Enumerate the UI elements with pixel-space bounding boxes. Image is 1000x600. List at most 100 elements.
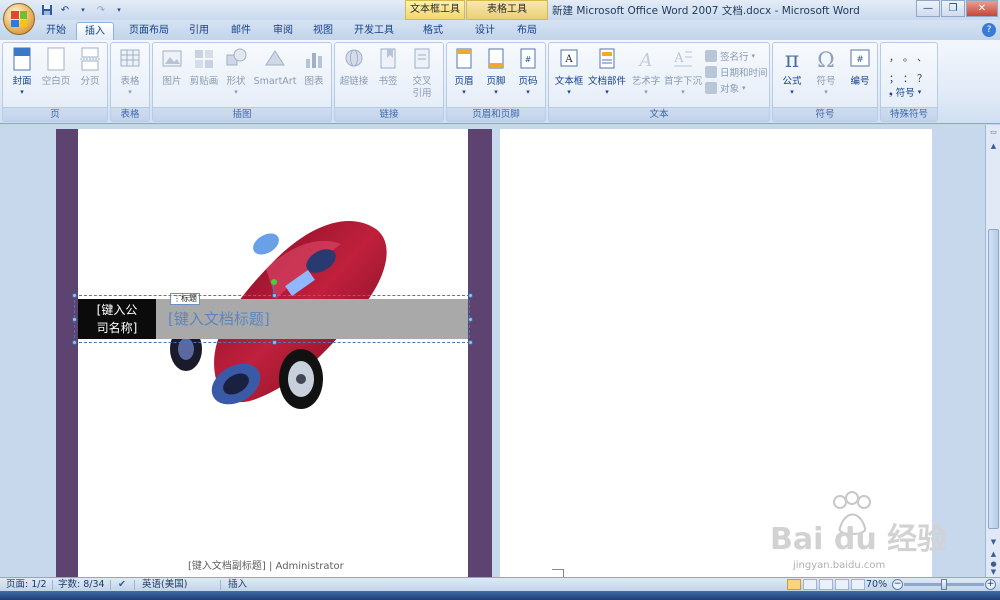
- windows-taskbar: [0, 591, 1000, 600]
- tab-page-layout[interactable]: 页面布局: [122, 22, 176, 40]
- special-symbol-button[interactable]: ❟ 符号 ▾: [889, 85, 921, 100]
- redo-icon[interactable]: ↷: [94, 3, 108, 17]
- zoom-slider-thumb[interactable]: [941, 579, 947, 590]
- restore-icon: ❐: [948, 3, 958, 14]
- symbol-button[interactable]: Ω 符号 ▾: [811, 47, 841, 96]
- ribbon-tabs: 开始 插入 页面布局 引用 邮件 审阅 视图 开发工具 格式 设计 布局: [0, 20, 1000, 40]
- wordart-button[interactable]: A 艺术字 ▾: [629, 47, 663, 96]
- textbox-button[interactable]: A 文本框 ▾: [551, 47, 587, 96]
- special-char[interactable]: 。: [903, 49, 917, 64]
- picture-button[interactable]: 图片: [157, 47, 187, 88]
- special-char[interactable]: ？: [917, 70, 931, 85]
- tab-format[interactable]: 格式: [418, 22, 448, 40]
- resize-handle[interactable]: [72, 293, 77, 298]
- clipart-button[interactable]: 剪贴画: [189, 47, 219, 88]
- shapes-icon: [226, 48, 247, 66]
- resize-handle[interactable]: [468, 293, 473, 298]
- proofing-icon[interactable]: ✔: [118, 578, 126, 592]
- table-button[interactable]: 表格 ▾: [115, 47, 145, 96]
- tab-layout[interactable]: 布局: [512, 22, 542, 40]
- group-special-symbols: ， 。 、 ； ： ？ ❟ 符号 ▾ 特殊符号: [880, 42, 938, 122]
- document-subtitle[interactable]: [键入文档副标题] | Administrator: [188, 557, 344, 572]
- company-name-placeholder[interactable]: [键入公 司名称]: [78, 299, 156, 339]
- document-area[interactable]: [键入公 司名称] ⋮标题 [键入文档标题] [键入文档副标题] | Admin…: [0, 125, 985, 577]
- smartart-button[interactable]: SmartArt: [253, 47, 297, 88]
- print-layout-view-icon[interactable]: [787, 579, 801, 590]
- document-title-placeholder[interactable]: [键入文档标题]: [156, 299, 468, 339]
- tab-insert[interactable]: 插入: [76, 22, 114, 40]
- page-break-button[interactable]: 分页: [75, 47, 105, 88]
- minimize-button[interactable]: —: [916, 0, 940, 17]
- scroll-down-icon[interactable]: ▼: [988, 537, 999, 547]
- tab-references[interactable]: 引用: [184, 22, 214, 40]
- zoom-out-icon[interactable]: −: [892, 579, 903, 590]
- zoom-in-icon[interactable]: +: [985, 579, 996, 590]
- special-char[interactable]: ；: [889, 70, 903, 85]
- symbol-dot-icon: ❟: [889, 86, 893, 98]
- group-page: 封面 ▾ 空白页 分页 页: [2, 42, 108, 122]
- page-1[interactable]: [键入公 司名称] ⋮标题 [键入文档标题] [键入文档副标题] | Admin…: [72, 129, 473, 577]
- title-content-control-tag[interactable]: ⋮标题: [170, 293, 200, 305]
- scroll-up-icon[interactable]: ▲: [988, 141, 999, 151]
- special-char[interactable]: 、: [917, 49, 931, 64]
- resize-handle[interactable]: [272, 340, 277, 345]
- footer-icon: [488, 48, 504, 69]
- group-label-illustrations: 插图: [153, 107, 331, 121]
- header-button[interactable]: 页眉 ▾: [449, 47, 479, 96]
- shapes-button[interactable]: 形状 ▾: [221, 47, 251, 96]
- resize-handle[interactable]: [468, 317, 473, 322]
- hyperlink-button[interactable]: 超链接: [339, 47, 369, 88]
- date-time-button[interactable]: 日期和时间: [705, 65, 768, 79]
- full-screen-reading-view-icon[interactable]: [803, 579, 817, 590]
- page-2[interactable]: [500, 129, 932, 577]
- tab-design[interactable]: 设计: [470, 22, 500, 40]
- page-count[interactable]: 页面: 1/2: [6, 578, 47, 592]
- resize-handle[interactable]: [272, 293, 277, 298]
- dropdown-arrow-icon[interactable]: ▾: [76, 3, 90, 17]
- numbering-button[interactable]: # 编号: [845, 47, 875, 88]
- signature-line-button[interactable]: 签名行 ▾: [705, 49, 755, 63]
- page-number-button[interactable]: # 页码 ▾: [513, 47, 543, 96]
- office-button[interactable]: [3, 3, 35, 35]
- special-char[interactable]: ，: [889, 49, 903, 64]
- chart-button[interactable]: 图表: [299, 47, 329, 88]
- object-button[interactable]: 对象 ▾: [705, 81, 746, 95]
- equation-button[interactable]: π 公式 ▾: [777, 47, 807, 96]
- web-layout-view-icon[interactable]: [819, 579, 833, 590]
- outline-view-icon[interactable]: [835, 579, 849, 590]
- tab-view[interactable]: 视图: [308, 22, 338, 40]
- quick-parts-button[interactable]: 文档部件 ▾: [587, 47, 627, 96]
- bookmark-button[interactable]: 书签: [373, 47, 403, 88]
- help-button[interactable]: ?: [982, 23, 996, 37]
- word-count[interactable]: 字数: 8/34: [58, 578, 105, 592]
- resize-handle[interactable]: [72, 340, 77, 345]
- undo-icon[interactable]: ↶: [58, 3, 72, 17]
- footer-button[interactable]: 页脚 ▾: [481, 47, 511, 96]
- rotation-handle[interactable]: [271, 279, 277, 285]
- vertical-scrollbar[interactable]: ▭ ▲ ▼ ▲ ● ▼: [985, 125, 1000, 577]
- restore-button[interactable]: ❐: [941, 0, 965, 17]
- previous-page-icon[interactable]: ▲: [988, 549, 999, 559]
- cross-reference-button[interactable]: 交叉 引用: [407, 47, 437, 100]
- draft-view-icon[interactable]: [851, 579, 865, 590]
- special-char[interactable]: ：: [903, 70, 917, 85]
- next-page-icon[interactable]: ▼: [988, 567, 999, 577]
- tab-home[interactable]: 开始: [40, 22, 72, 40]
- tab-developer[interactable]: 开发工具: [350, 22, 398, 40]
- scrollbar-thumb[interactable]: [988, 229, 999, 529]
- group-table: 表格 ▾ 表格: [110, 42, 150, 122]
- close-button[interactable]: ✕: [966, 0, 998, 17]
- tab-review[interactable]: 审阅: [268, 22, 298, 40]
- insert-mode-indicator[interactable]: 插入: [228, 578, 247, 592]
- customize-qat-icon[interactable]: ▾: [112, 3, 126, 17]
- resize-handle[interactable]: [468, 340, 473, 345]
- zoom-level[interactable]: 70%: [866, 578, 887, 592]
- ruler-toggle-icon[interactable]: ▭: [988, 127, 999, 137]
- blank-page-button[interactable]: 空白页: [41, 47, 71, 88]
- dropcap-button[interactable]: A 首字下沉 ▾: [663, 47, 703, 96]
- resize-handle[interactable]: [72, 317, 77, 322]
- cover-button[interactable]: 封面 ▾: [7, 47, 37, 96]
- tab-mailings[interactable]: 邮件: [226, 22, 256, 40]
- save-icon[interactable]: [40, 3, 54, 17]
- language-indicator[interactable]: 英语(美国): [142, 578, 187, 592]
